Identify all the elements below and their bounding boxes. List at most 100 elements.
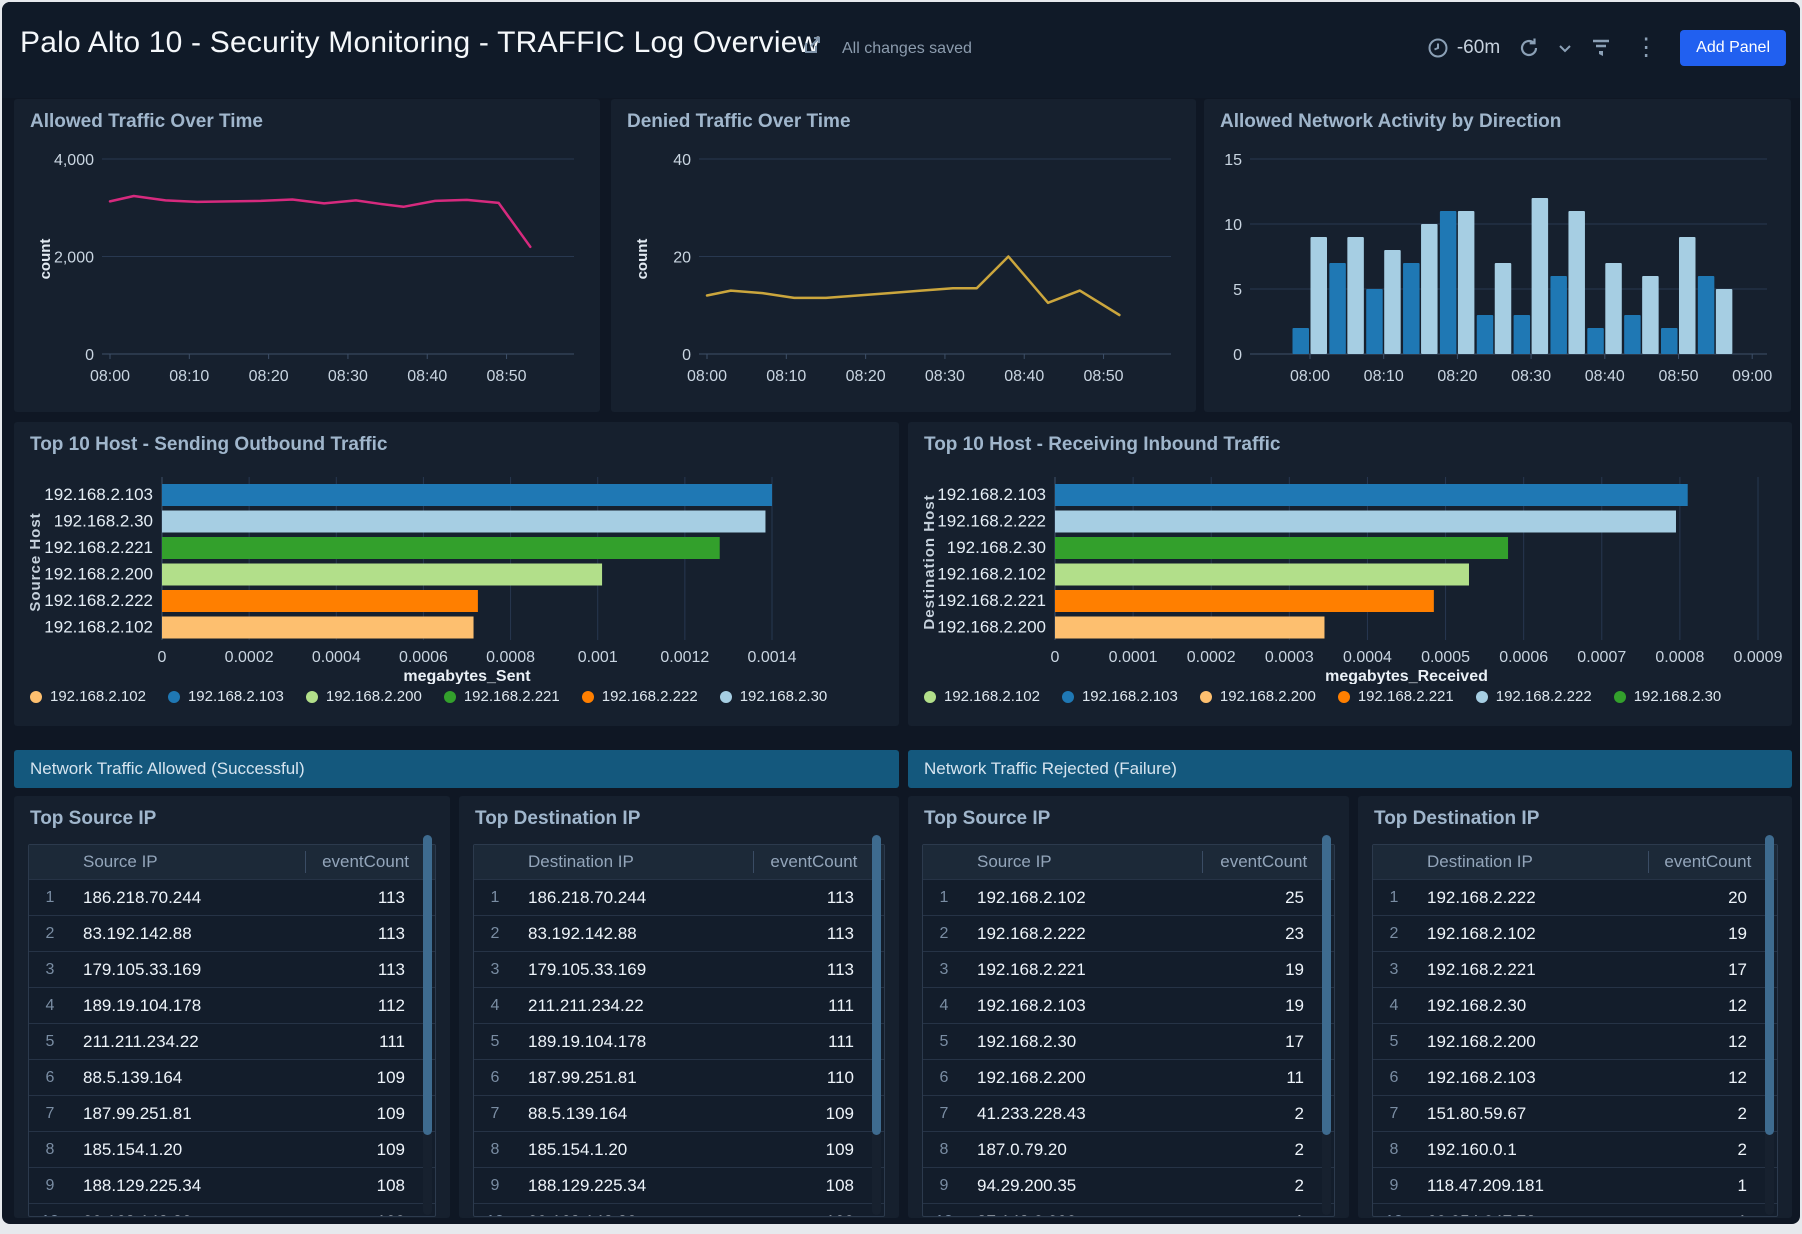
table-row[interactable]: 8187.0.79.202	[923, 1131, 1334, 1167]
table-row[interactable]: 7187.99.251.81109	[29, 1095, 435, 1131]
table-row[interactable]: 6192.168.2.20011	[923, 1059, 1334, 1095]
legend-item[interactable]: 192.168.2.102	[30, 688, 146, 705]
table-row[interactable]: 2192.168.2.10219	[1373, 915, 1777, 951]
table-row[interactable]: 5192.168.2.3017	[923, 1023, 1334, 1059]
legend-item[interactable]: 192.168.2.102	[924, 688, 1040, 705]
autosave-status: All changes saved	[842, 40, 972, 58]
table-row[interactable]: 741.233.228.432	[923, 1095, 1334, 1131]
table-row[interactable]: 5192.168.2.20012	[1373, 1023, 1777, 1059]
table-row[interactable]: 1186.218.70.244113	[474, 879, 884, 915]
table-row[interactable]: 3192.168.2.22119	[923, 951, 1334, 987]
legend-item[interactable]: 192.168.2.222	[582, 688, 698, 705]
table-row[interactable]: 6187.99.251.81110	[474, 1059, 884, 1095]
legend-item[interactable]: 192.168.2.221	[444, 688, 560, 705]
table-row[interactable]: 1062.254.247.731	[1373, 1203, 1777, 1217]
svg-text:20: 20	[673, 250, 691, 267]
panel-allowed-top-destination-ip[interactable]: Top Destination IP Destination IPeventCo…	[459, 796, 899, 1218]
legend-item[interactable]: 192.168.2.200	[1200, 688, 1316, 705]
row-event-count: 2	[1202, 1104, 1334, 1124]
time-range-button[interactable]: -60m	[1427, 37, 1500, 59]
svg-text:count: count	[37, 239, 54, 280]
legend-item[interactable]: 192.168.2.221	[1338, 688, 1454, 705]
table-row[interactable]: 3179.105.33.169113	[474, 951, 884, 987]
svg-text:5: 5	[1233, 282, 1242, 299]
panel-allowed-top-source-ip[interactable]: Top Source IP Source IPeventCount1186.21…	[14, 796, 450, 1218]
table-row[interactable]: 8192.160.0.12	[1373, 1131, 1777, 1167]
legend-item[interactable]: 192.168.2.200	[306, 688, 422, 705]
share-icon[interactable]	[802, 35, 824, 57]
table-row[interactable]: 5211.211.234.22111	[29, 1023, 435, 1059]
row-rank: 2	[923, 925, 965, 943]
clock-icon	[1427, 37, 1449, 59]
table-row[interactable]: 9188.129.225.34108	[474, 1167, 884, 1203]
panel-rejected-top-destination-ip[interactable]: Top Destination IP Destination IPeventCo…	[1358, 796, 1792, 1218]
panel-rejected-top-source-ip[interactable]: Top Source IP Source IPeventCount1192.16…	[908, 796, 1349, 1218]
table-header-row: Source IPeventCount	[29, 845, 435, 879]
row-rank: 10	[29, 1213, 71, 1218]
kebab-menu-icon[interactable]: ⋮	[1630, 38, 1662, 58]
count-column-header[interactable]: eventCount	[1202, 851, 1334, 873]
table-row[interactable]: 994.29.200.352	[923, 1167, 1334, 1203]
row-rank: 1	[923, 889, 965, 907]
table-row[interactable]: 788.5.139.164109	[474, 1095, 884, 1131]
table-row[interactable]: 1192.168.2.10225	[923, 879, 1334, 915]
table-row[interactable]: 4192.168.2.10319	[923, 987, 1334, 1023]
add-panel-button[interactable]: Add Panel	[1680, 30, 1786, 66]
legend-item[interactable]: 192.168.2.103	[168, 688, 284, 705]
legend-label: 192.168.2.221	[1358, 688, 1454, 705]
ip-column-header[interactable]: Source IP	[965, 852, 1202, 872]
refresh-icon[interactable]	[1518, 37, 1540, 59]
table-scrollbar-thumb[interactable]	[1765, 835, 1774, 1135]
table-row[interactable]: 1037.143.8.2021	[923, 1203, 1334, 1217]
svg-text:0.0001: 0.0001	[1109, 649, 1158, 666]
row-event-count: 12	[1648, 996, 1777, 1016]
table-row[interactable]: 7151.80.59.672	[1373, 1095, 1777, 1131]
table-row[interactable]: 5189.19.104.178111	[474, 1023, 884, 1059]
panel-top-outbound-hosts[interactable]: Top 10 Host - Sending Outbound Traffic 0…	[14, 422, 899, 726]
count-column-header[interactable]: eventCount	[305, 851, 435, 873]
table-row[interactable]: 3192.168.2.22117	[1373, 951, 1777, 987]
allowed-traffic-line-chart: 02,0004,000count08:0008:1008:2008:3008:4…	[14, 99, 600, 412]
table-row[interactable]: 283.192.142.88113	[29, 915, 435, 951]
table-scrollbar-thumb[interactable]	[423, 835, 432, 1135]
table-row[interactable]: 4192.168.2.3012	[1373, 987, 1777, 1023]
row-ip: 188.129.225.34	[71, 1176, 305, 1196]
ip-column-header[interactable]: Destination IP	[1415, 852, 1648, 872]
row-rank: 3	[923, 961, 965, 979]
table-row[interactable]: 4189.19.104.178112	[29, 987, 435, 1023]
panel-denied-traffic[interactable]: Denied Traffic Over Time 02040count08:00…	[611, 99, 1196, 412]
table-scrollbar-thumb[interactable]	[872, 835, 881, 1135]
table-row[interactable]: 9118.47.209.1811	[1373, 1167, 1777, 1203]
table-scrollbar-thumb[interactable]	[1322, 835, 1331, 1135]
outbound-chart-legend: 192.168.2.102 192.168.2.103 192.168.2.200 1…	[30, 688, 827, 705]
table-row[interactable]: 1186.218.70.244113	[29, 879, 435, 915]
count-column-header[interactable]: eventCount	[753, 851, 884, 873]
table-row[interactable]: 1089.163.143.38108	[29, 1203, 435, 1217]
legend-item[interactable]: 192.168.2.30	[720, 688, 828, 705]
panel-allowed-traffic[interactable]: Allowed Traffic Over Time 02,0004,000cou…	[14, 99, 600, 412]
table-row[interactable]: 2192.168.2.22223	[923, 915, 1334, 951]
panel-activity-by-direction[interactable]: Allowed Network Activity by Direction 05…	[1204, 99, 1791, 412]
table-row[interactable]: 8185.154.1.20109	[29, 1131, 435, 1167]
ip-column-header[interactable]: Destination IP	[516, 852, 753, 872]
panel-top-inbound-hosts[interactable]: Top 10 Host - Receiving Inbound Traffic …	[908, 422, 1792, 726]
table-row[interactable]: 4211.211.234.22111	[474, 987, 884, 1023]
legend-item[interactable]: 192.168.2.222	[1476, 688, 1592, 705]
legend-item[interactable]: 192.168.2.103	[1062, 688, 1178, 705]
row-event-count: 113	[305, 888, 435, 908]
count-column-header[interactable]: eventCount	[1648, 851, 1777, 873]
legend-label: 192.168.2.103	[188, 688, 284, 705]
ip-column-header[interactable]: Source IP	[71, 852, 305, 872]
table-row[interactable]: 1192.168.2.22220	[1373, 879, 1777, 915]
chevron-down-icon[interactable]	[1558, 37, 1572, 59]
table-row[interactable]: 9188.129.225.34108	[29, 1167, 435, 1203]
table-row[interactable]: 6192.168.2.10312	[1373, 1059, 1777, 1095]
table-row[interactable]: 283.192.142.88113	[474, 915, 884, 951]
row-rank: 10	[1373, 1213, 1415, 1218]
filter-icon[interactable]	[1590, 37, 1612, 59]
table-row[interactable]: 8185.154.1.20109	[474, 1131, 884, 1167]
table-row[interactable]: 1089.163.143.38108	[474, 1203, 884, 1217]
table-row[interactable]: 3179.105.33.169113	[29, 951, 435, 987]
table-row[interactable]: 688.5.139.164109	[29, 1059, 435, 1095]
legend-item[interactable]: 192.168.2.30	[1614, 688, 1722, 705]
